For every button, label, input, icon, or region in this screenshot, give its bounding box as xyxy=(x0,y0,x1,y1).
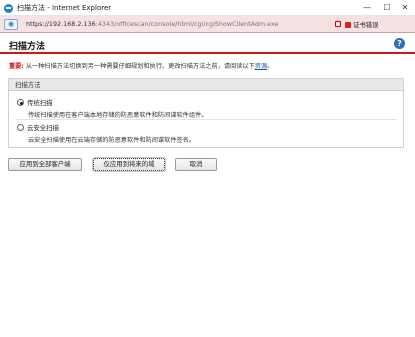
panel-title: 扫描方法 xyxy=(9,79,403,91)
page-title: 扫描方法 xyxy=(9,42,46,52)
important-text: 从一种扫描方法切换到另一种需要仔细规划和执行。更改扫描方法之前，请阅读以下 xyxy=(23,63,255,70)
important-note: 重要: 从一种扫描方法切换到另一种需要仔细规划和执行。更改扫描方法之前，请阅读以… xyxy=(9,61,273,70)
lock-icon[interactable] xyxy=(335,21,341,27)
window-title: 扫描方法 - Internet Explorer xyxy=(17,4,112,12)
window-titlebar: 扫描方法 - Internet Explorer — ☐ ✕ xyxy=(0,0,415,16)
cancel-button[interactable]: 取消 xyxy=(175,158,217,171)
apply-to-all-clients-button[interactable]: 应用到全部客户端 xyxy=(8,158,82,171)
option-label: 云安全扫描 xyxy=(27,124,59,132)
certificate-error-label: 证书错误 xyxy=(353,21,379,29)
error-icon xyxy=(345,22,351,28)
scan-method-panel: 扫描方法 传统扫描 传统扫描使用在客户端本地存储的防恶意软件和防间谍软件组件。 … xyxy=(8,78,404,148)
resources-link[interactable]: 资源 xyxy=(255,63,267,70)
help-icon[interactable]: ? xyxy=(394,38,405,49)
radio-conventional[interactable] xyxy=(17,99,24,106)
apply-to-future-domains-button[interactable]: 仅应用到将来的域 xyxy=(92,157,166,172)
divider xyxy=(15,119,397,120)
option-conventional-scan[interactable]: 传统扫描 xyxy=(17,98,53,107)
page-header: 扫描方法 ? xyxy=(0,34,415,54)
certificate-error-button[interactable]: 证书错误 xyxy=(345,20,379,29)
option-description: 云安全扫描使用在云端存储的防恶意软件和防间谍软件签名。 xyxy=(28,137,196,144)
maximize-button[interactable]: ☐ xyxy=(377,0,397,16)
internet-explorer-icon xyxy=(4,4,13,13)
close-button[interactable]: ✕ xyxy=(395,0,415,16)
option-description: 传统扫描使用在客户端本地存储的防恶意软件和防间谍软件组件。 xyxy=(28,112,208,119)
address-bar: ◉ https://192.168.2.136:4343/officescan/… xyxy=(0,16,415,33)
important-label: 重要: xyxy=(9,63,24,70)
important-end: 。 xyxy=(267,63,274,70)
url-host: https://192.168.2.136 xyxy=(26,20,96,28)
url-field[interactable]: https://192.168.2.136:4343/officescan/co… xyxy=(26,20,279,28)
page-menu-button[interactable]: ◉ xyxy=(4,19,18,30)
minimize-button[interactable]: — xyxy=(357,0,377,16)
url-path: :4343/officescan/console/html/cgi/cgiSho… xyxy=(95,20,279,28)
option-label: 传统扫描 xyxy=(27,99,53,107)
option-smart-scan[interactable]: 云安全扫描 xyxy=(17,123,59,132)
page-icon: ◉ xyxy=(8,20,15,28)
radio-smart-scan[interactable] xyxy=(17,124,24,131)
